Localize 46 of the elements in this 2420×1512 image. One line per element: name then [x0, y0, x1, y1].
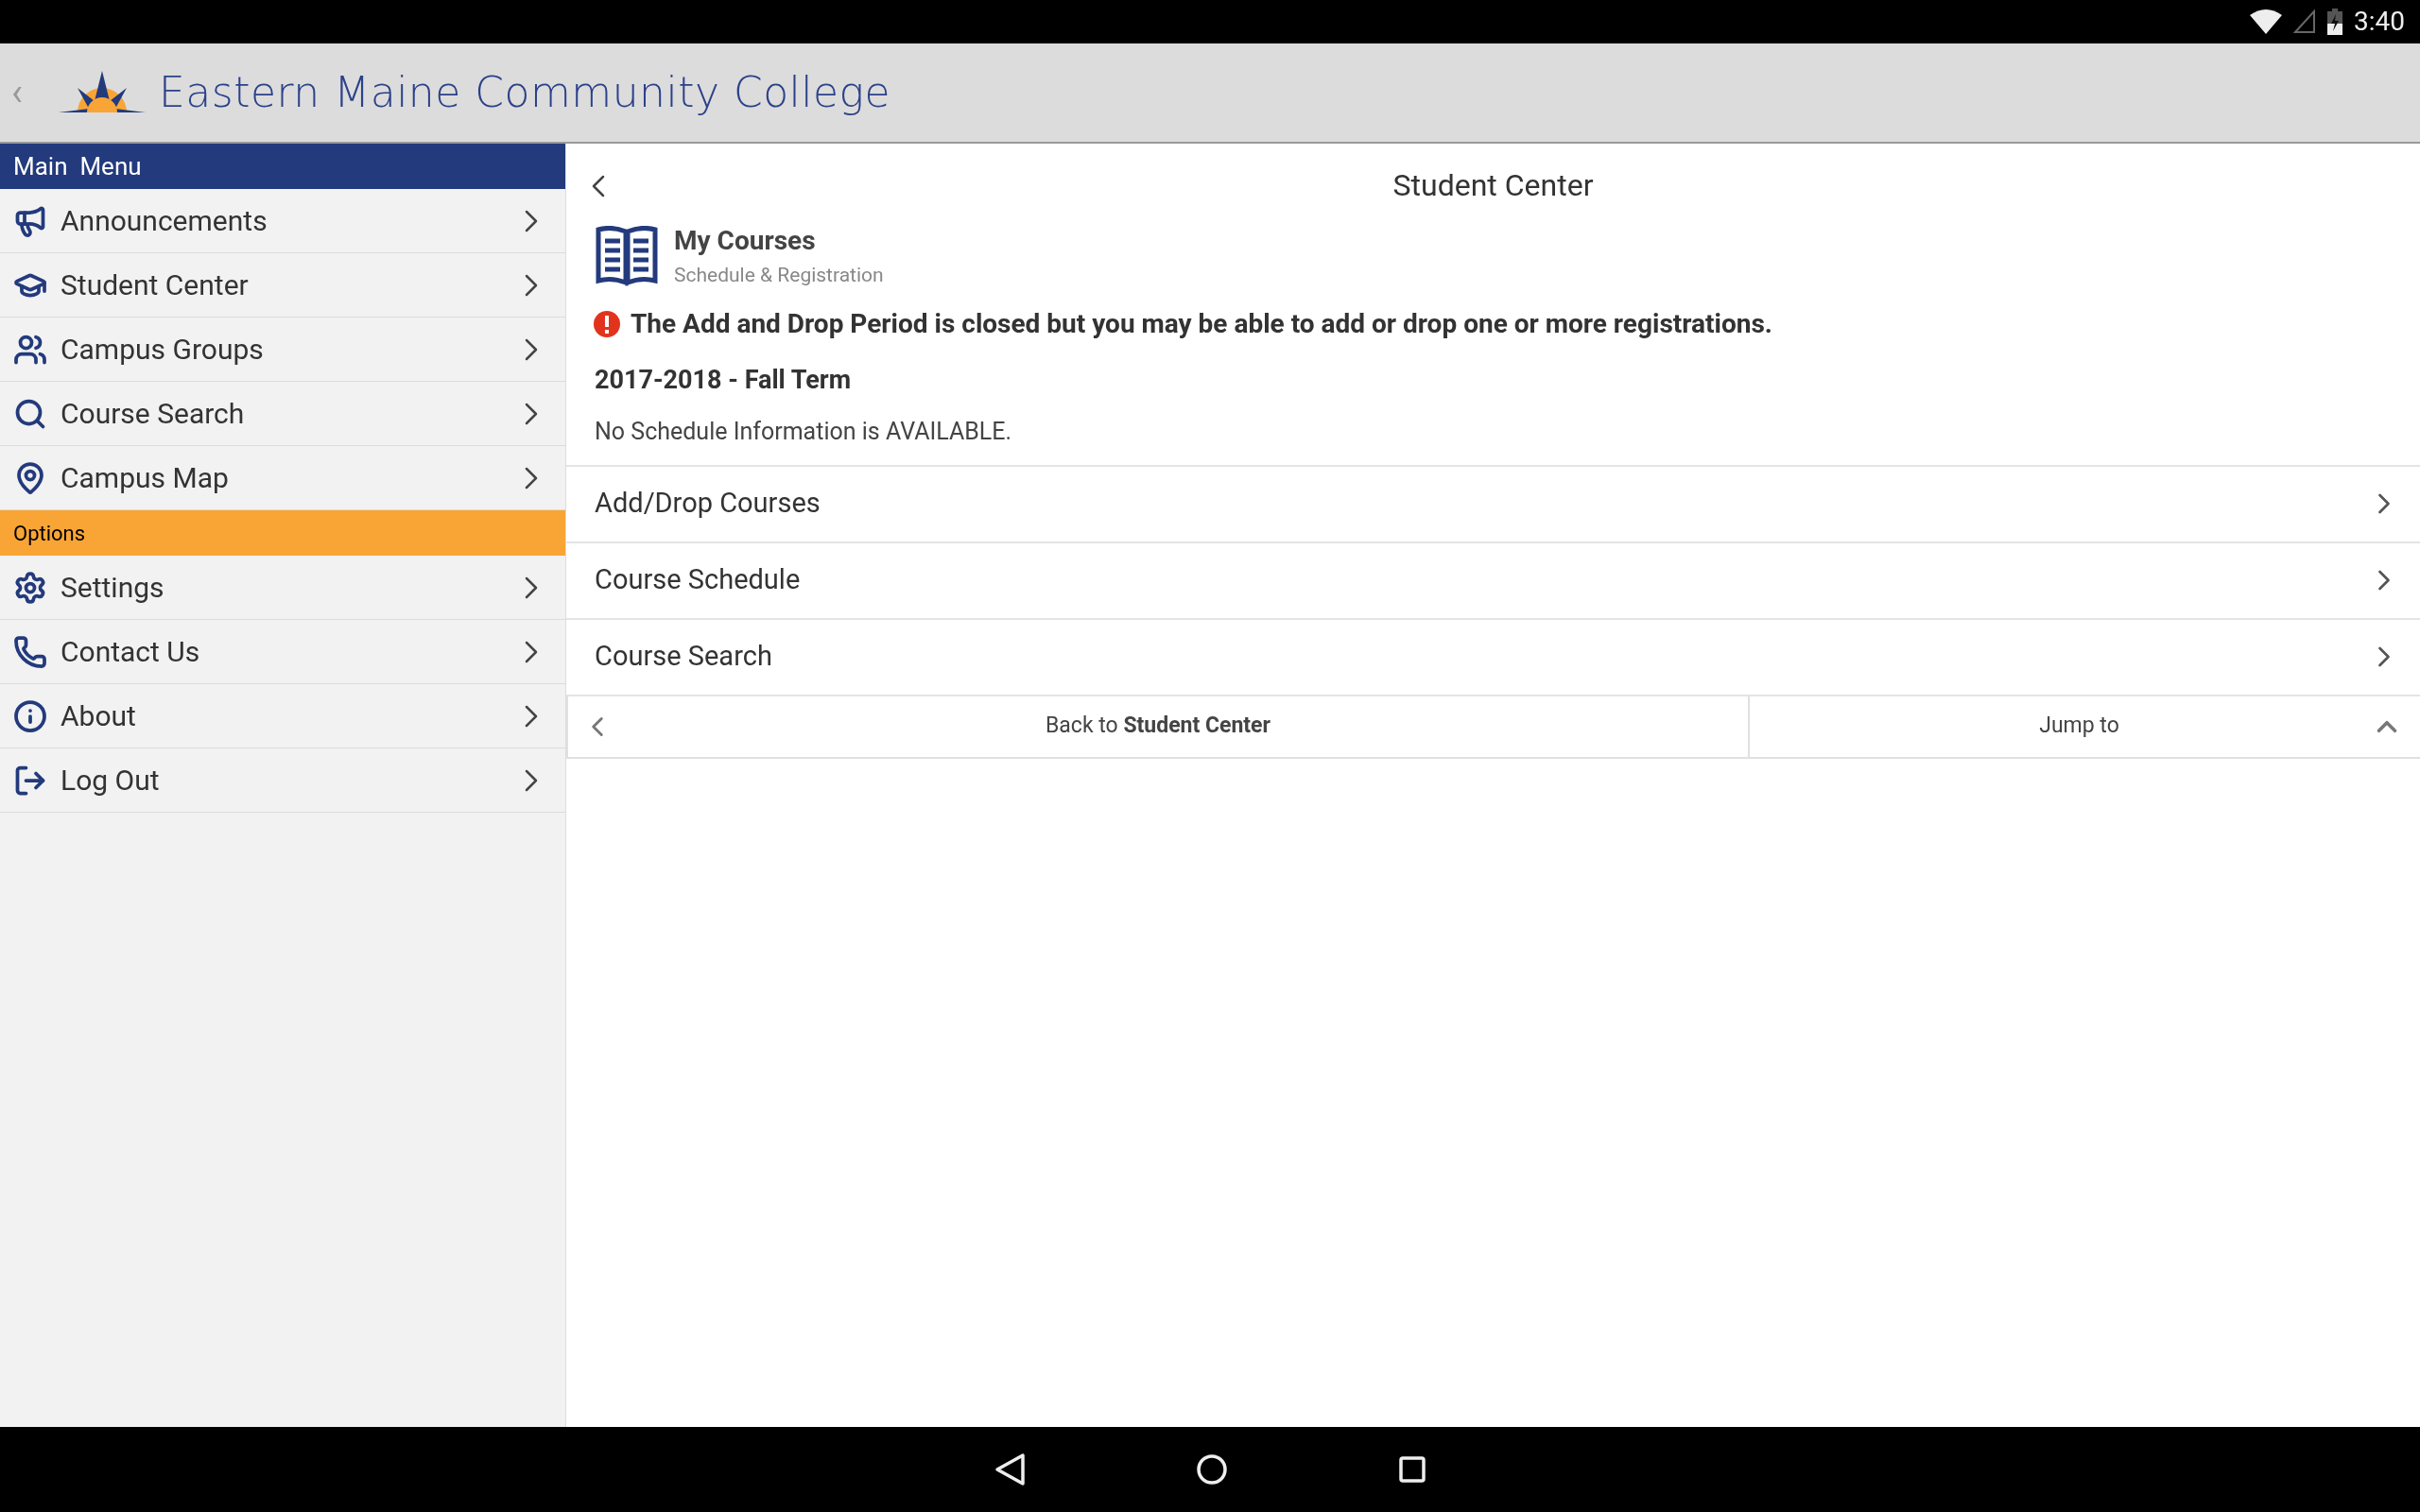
term-title: 2017-2018 - Fall Term [594, 363, 853, 397]
menu-item-label: Campus Groups [60, 332, 265, 368]
wifi-icon [2250, 9, 2282, 34]
link-row[interactable]: Add/Drop Courses [566, 466, 2420, 543]
menu-item-label: Contact Us [60, 634, 201, 670]
signal-icon [2293, 9, 2316, 34]
menu-item-label: Course Search [60, 396, 246, 432]
menu-item[interactable]: Log Out [0, 748, 565, 813]
alert-message: The Add and Drop Period is closed but you may be able to add or drop one or more registrations. [631, 306, 1772, 341]
menu-item[interactable]: Campus Groups [0, 318, 565, 382]
battery-icon [2327, 9, 2342, 35]
section-title: Main Menu [13, 150, 142, 182]
schedule-message: No Schedule Information is AVAILABLE. [594, 417, 1013, 447]
menu-item[interactable]: Course Search [0, 382, 565, 446]
recent-apps-square-icon[interactable] [1398, 1455, 1426, 1484]
settings-icon [13, 570, 47, 605]
menu-item[interactable]: Settings [0, 556, 565, 620]
link-label: Course Schedule [595, 562, 802, 598]
alert-icon [593, 309, 621, 338]
college-name: Eastern Maine Community College [159, 67, 891, 118]
menu-item[interactable]: Announcements [0, 189, 565, 253]
menu-item-label: Student Center [60, 267, 250, 303]
link-row[interactable]: Course Search [566, 619, 2420, 696]
info-icon [13, 698, 47, 733]
home-circle-icon[interactable] [1196, 1453, 1228, 1486]
card-title: My Courses [674, 224, 817, 258]
clock-time: 3:40 [2354, 5, 2405, 39]
menu-item[interactable]: Contact Us [0, 620, 565, 684]
menu-item-label: Campus Map [60, 460, 230, 496]
phone-icon [13, 634, 47, 669]
section-title: Options [13, 520, 86, 547]
card-subtitle: Schedule & Registration [674, 263, 884, 288]
menu-item-label: Settings [60, 570, 165, 606]
book-icon [595, 225, 659, 286]
back-triangle-icon[interactable] [994, 1452, 1026, 1486]
menu-item[interactable]: Student Center [0, 253, 565, 318]
menu-item-label: Announcements [60, 203, 268, 239]
link-row[interactable]: Course Schedule [566, 542, 2420, 620]
jump-to-button[interactable]: Jump to [1750, 696, 2420, 757]
back-to-button[interactable]: Back to Student Center [568, 696, 1750, 757]
link-label: Add/Drop Courses [595, 486, 821, 522]
menu-item[interactable]: About [0, 684, 565, 748]
link-label: Course Search [595, 639, 773, 675]
page-title: Student Center [1392, 166, 1594, 205]
menu-item-label: About [60, 698, 137, 734]
menu-item-label: Log Out [60, 763, 161, 799]
